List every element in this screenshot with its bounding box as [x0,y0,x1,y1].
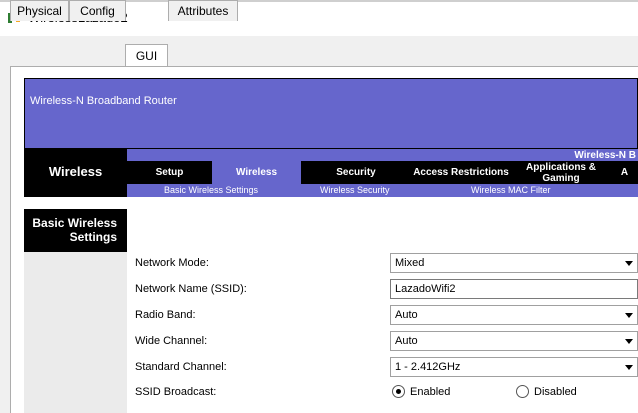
nav-security[interactable]: Security [301,161,411,184]
network-mode-label: Network Mode: [135,257,209,269]
radio-band-value: Auto [395,309,418,321]
router-navigation: Wireless-N B Setup Wireless Security Acc… [127,149,638,197]
chevron-down-icon [625,313,633,318]
wide-channel-label: Wide Channel: [135,335,208,347]
sidebar-background [24,252,127,413]
router-brand: Wireless-N Broadband Router [30,95,177,107]
nav-setup[interactable]: Setup [127,161,212,184]
subnav-wireless-security[interactable]: Wireless Security [320,184,390,197]
nav-access-restrictions[interactable]: Access Restrictions [411,161,511,184]
sidebar-gap [24,197,127,209]
section-label: Wireless [24,149,127,197]
sub-nav: Basic Wireless Settings Wireless Securit… [127,184,638,197]
standard-channel-value: 1 - 2.412GHz [395,361,461,373]
wide-channel-value: Auto [395,335,418,347]
nav-applications-gaming[interactable]: Applications & Gaming [511,161,611,184]
chevron-down-icon [625,261,633,266]
ssid-broadcast-disabled-label: Disabled [534,386,577,398]
standard-channel-label: Standard Channel: [135,361,227,373]
sidebar-title: Basic Wireless Settings [24,209,127,252]
ssid-input[interactable] [390,279,638,299]
radio-selected-dot [396,389,401,394]
standard-channel-select[interactable]: 1 - 2.412GHz [390,357,638,377]
router-banner: Wireless-N Broadband Router [24,78,638,149]
radio-band-select[interactable]: Auto [390,305,638,325]
tab-gui[interactable]: GUI [125,44,168,66]
ssid-broadcast-enabled-radio[interactable] [392,385,405,398]
ssid-broadcast-label: SSID Broadcast: [135,386,217,398]
wide-channel-select[interactable]: Auto [390,331,638,351]
chevron-down-icon [625,365,633,370]
nav-wireless[interactable]: Wireless [212,161,301,184]
subnav-basic-wireless-settings[interactable]: Basic Wireless Settings [164,184,258,197]
network-mode-select[interactable]: Mixed [390,253,638,273]
main-nav: Setup Wireless Security Access Restricti… [127,161,638,184]
nav-administration[interactable]: A [611,161,638,184]
radio-band-label: Radio Band: [135,309,196,321]
tab-attributes[interactable]: Attributes [168,0,238,21]
network-mode-value: Mixed [395,257,425,269]
ssid-broadcast-enabled-label: Enabled [410,386,451,398]
router-model: Wireless-N B [574,150,636,161]
tab-config[interactable]: Config [69,0,126,21]
ssid-label: Network Name (SSID): [135,283,247,295]
chevron-down-icon [625,339,633,344]
subnav-wireless-mac-filter[interactable]: Wireless MAC Filter [471,184,551,197]
ssid-broadcast-disabled-radio[interactable] [516,385,529,398]
tab-physical[interactable]: Physical [10,0,69,21]
